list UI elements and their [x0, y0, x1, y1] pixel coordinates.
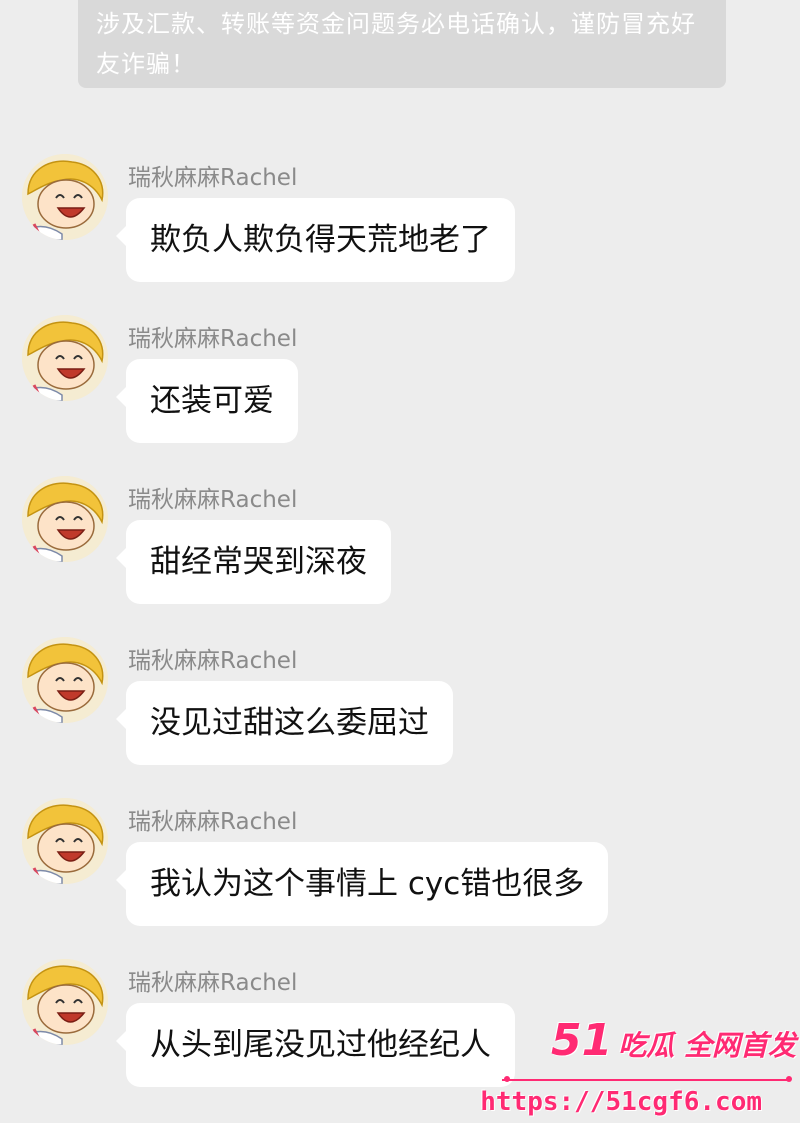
message-row: 瑞秋麻麻Rachel 甜经常哭到深夜 [0, 472, 800, 633]
sender-name: 瑞秋麻麻Rachel [128, 809, 298, 835]
chat-screen: 涉及汇款、转账等资金问题务必电话确认，谨防冒充好友诈骗！ 瑞秋麻麻Rachel … [0, 0, 800, 1123]
message-bubble[interactable]: 没见过甜这么委屈过 [116, 681, 453, 765]
message-bubble[interactable]: 还装可爱 [116, 359, 298, 443]
sender-name: 瑞秋麻麻Rachel [128, 165, 298, 191]
sender-avatar-icon[interactable] [22, 637, 108, 723]
message-bubble[interactable]: 欺负人欺负得天荒地老了 [116, 198, 515, 282]
watermark-dot [786, 1076, 792, 1082]
watermark-dot [504, 1076, 510, 1082]
message-bubble[interactable]: 甜经常哭到深夜 [116, 520, 391, 604]
cartoon-laughing-character-icon [22, 798, 108, 884]
sender-avatar-icon[interactable] [22, 315, 108, 401]
message-row: 瑞秋麻麻Rachel 我认为这个事情上 cyc错也很多 [0, 794, 800, 955]
message-list[interactable]: 瑞秋麻麻Rachel 欺负人欺负得天荒地老了 瑞秋麻麻Rachel 还装可爱 瑞… [0, 150, 800, 1116]
watermark-url: https://51cgf6.com [480, 1087, 762, 1117]
sender-avatar-icon[interactable] [22, 798, 108, 884]
cartoon-laughing-character-icon [22, 959, 108, 1045]
sender-name: 瑞秋麻麻Rachel [128, 970, 298, 996]
sender-avatar-icon[interactable] [22, 959, 108, 1045]
sender-name: 瑞秋麻麻Rachel [128, 326, 298, 352]
sender-name: 瑞秋麻麻Rachel [128, 648, 298, 674]
watermark-brand: 51 吃瓜 全网首发 [551, 1015, 796, 1066]
message-row: 瑞秋麻麻Rachel 没见过甜这么委屈过 [0, 633, 800, 794]
watermark-brand-text: 吃瓜 全网首发 [618, 1029, 796, 1062]
cartoon-laughing-character-icon [22, 637, 108, 723]
message-bubble[interactable]: 从头到尾没见过他经纪人 [116, 1003, 515, 1087]
message-bubble[interactable]: 我认为这个事情上 cyc错也很多 [115, 842, 609, 926]
watermark-divider [502, 1079, 790, 1081]
security-notice-banner: 涉及汇款、转账等资金问题务必电话确认，谨防冒充好友诈骗！ [78, 0, 726, 88]
cartoon-laughing-character-icon [22, 315, 108, 401]
sender-avatar-icon[interactable] [22, 476, 108, 562]
watermark-brand-number: 51 [551, 1015, 613, 1066]
site-watermark: 51 吃瓜 全网首发 https://51cgf6.com [480, 1013, 800, 1123]
message-row: 瑞秋麻麻Rachel 欺负人欺负得天荒地老了 [0, 150, 800, 311]
sender-name: 瑞秋麻麻Rachel [128, 487, 298, 513]
cartoon-laughing-character-icon [22, 154, 108, 240]
message-row: 瑞秋麻麻Rachel 还装可爱 [0, 311, 800, 472]
cartoon-laughing-character-icon [22, 476, 108, 562]
sender-avatar-icon[interactable] [22, 154, 108, 240]
